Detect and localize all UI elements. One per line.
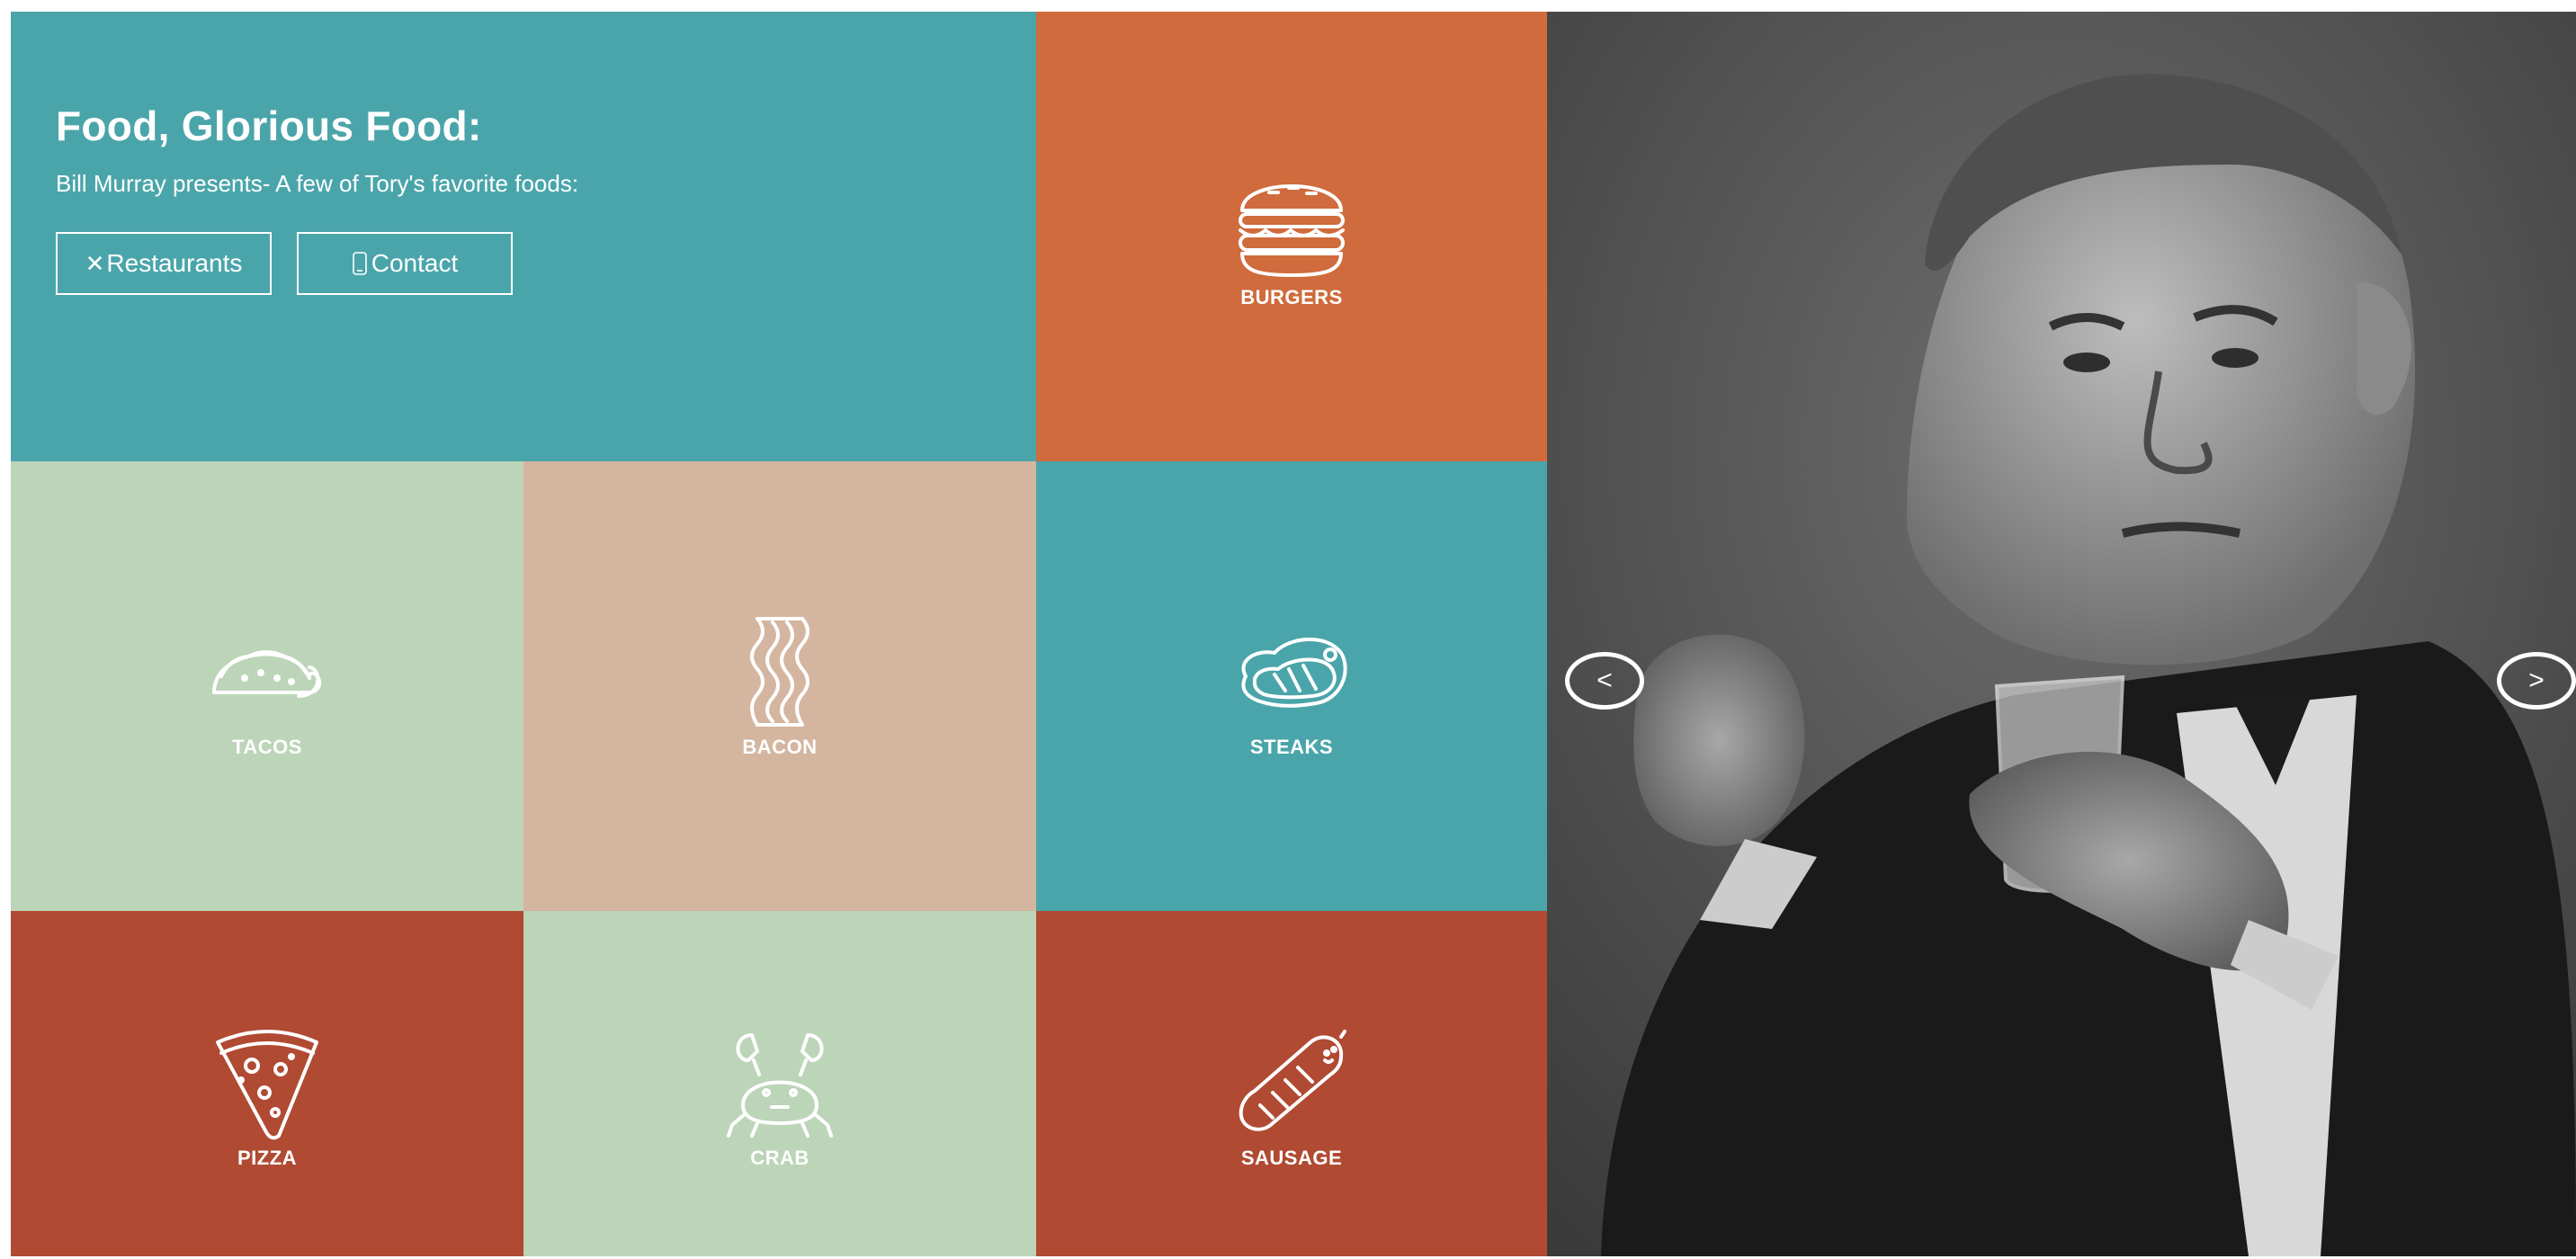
pizza-icon xyxy=(209,1024,326,1141)
crab-icon xyxy=(721,1024,838,1141)
tile-crab[interactable]: CRAB xyxy=(523,911,1036,1256)
tile-burgers-label: BURGERS xyxy=(1240,286,1343,308)
tile-tacos-label: TACOS xyxy=(232,736,302,758)
carousel-next-button[interactable]: > xyxy=(2497,652,2576,710)
portrait-image xyxy=(1547,12,2576,1256)
restaurants-button-label: Restaurants xyxy=(106,249,243,277)
tile-bacon[interactable]: BACON xyxy=(523,461,1036,911)
tile-crab-label: CRAB xyxy=(750,1147,809,1169)
page: Food, Glorious Food: Bill Murray present… xyxy=(11,12,2576,1256)
tile-bacon-label: BACON xyxy=(742,736,818,758)
hero-panel: Food, Glorious Food: Bill Murray present… xyxy=(11,12,1036,461)
page-subtitle: Bill Murray presents- A few of Tory's fa… xyxy=(56,170,579,197)
restaurants-button[interactable]: ✕ Restaurants xyxy=(56,232,272,295)
fork-knife-icon: ✕ xyxy=(85,249,105,277)
page-title: Food, Glorious Food: xyxy=(56,103,482,149)
tile-sausage[interactable]: SAUSAGE xyxy=(1036,911,1547,1256)
bacon-icon xyxy=(721,613,838,730)
carousel-prev-label: < xyxy=(1597,665,1613,695)
contact-button-label: Contact xyxy=(371,249,459,277)
sausage-icon xyxy=(1233,1024,1350,1141)
hero-buttons: ✕ Restaurants Contact xyxy=(56,232,1036,295)
steak-icon xyxy=(1233,613,1350,730)
phone-icon xyxy=(352,252,370,275)
carousel-next-label: > xyxy=(2528,665,2545,695)
tile-tacos[interactable]: TACOS xyxy=(11,461,523,911)
tile-burgers[interactable]: BURGERS xyxy=(1036,12,1547,461)
taco-icon xyxy=(209,613,326,730)
tile-sausage-label: SAUSAGE xyxy=(1240,1147,1343,1169)
carousel: < > xyxy=(1547,12,2576,1256)
burger-icon xyxy=(1233,164,1350,281)
tile-steaks[interactable]: STEAKS xyxy=(1036,461,1547,911)
food-grid: Food, Glorious Food: Bill Murray present… xyxy=(11,12,1547,1256)
tile-pizza-label: PIZZA xyxy=(237,1147,298,1169)
tile-pizza[interactable]: PIZZA xyxy=(11,911,523,1256)
contact-button[interactable]: Contact xyxy=(297,232,513,295)
carousel-prev-button[interactable]: < xyxy=(1565,652,1644,710)
tile-steaks-label: STEAKS xyxy=(1249,736,1334,758)
